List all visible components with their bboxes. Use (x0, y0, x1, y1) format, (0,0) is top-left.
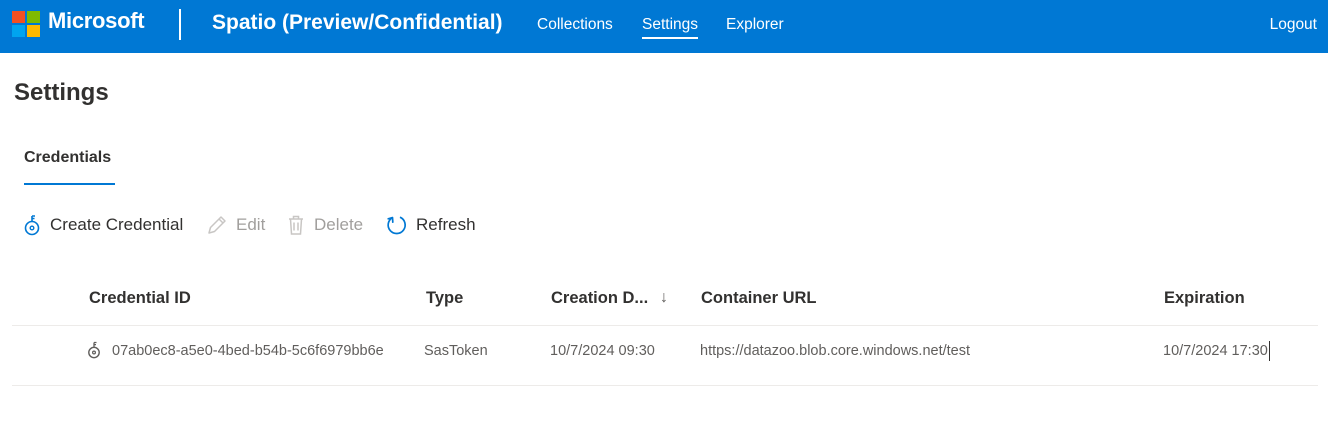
key-icon (88, 341, 100, 359)
column-header-expiration[interactable]: Expiration (1164, 289, 1245, 308)
nav-collections[interactable]: Collections (537, 16, 613, 34)
logout-link[interactable]: Logout (1270, 16, 1317, 34)
column-header-type[interactable]: Type (426, 289, 463, 308)
tab-selected-indicator (24, 183, 115, 185)
sort-descending-icon: ↓ (660, 289, 668, 306)
brand-name: Microsoft (48, 8, 145, 33)
refresh-label: Refresh (416, 215, 476, 234)
header-divider (179, 9, 181, 40)
refresh-button[interactable]: Refresh (386, 212, 476, 238)
page-title: Settings (14, 79, 109, 106)
column-header-credential-id[interactable]: Credential ID (89, 289, 191, 308)
cell-expiration: 10/7/2024 17:30 (1163, 343, 1268, 359)
row-divider-line (12, 385, 1318, 386)
create-credential-button[interactable]: Create Credential (22, 212, 183, 238)
table-row[interactable]: 07ab0ec8-a5e0-4bed-b54b-5c6f6979bb6e Sas… (12, 326, 1318, 385)
text-cursor (1269, 341, 1270, 361)
cell-creation-date: 10/7/2024 09:30 (550, 343, 655, 359)
refresh-icon (387, 216, 406, 235)
cell-container-url: https://datazoo.blob.core.windows.net/te… (700, 343, 971, 359)
top-header: Microsoft Spatio (Preview/Confidential) … (0, 0, 1328, 53)
edit-label: Edit (236, 215, 266, 234)
cell-credential-id: 07ab0ec8-a5e0-4bed-b54b-5c6f6979bb6e (112, 343, 384, 359)
tab-credentials[interactable]: Credentials (24, 149, 111, 181)
cell-type: SasToken (424, 343, 488, 359)
delete-button[interactable]: Delete (286, 212, 363, 238)
key-add-icon (24, 215, 40, 236)
nav-explorer[interactable]: Explorer (726, 16, 784, 34)
pencil-icon (208, 216, 226, 234)
column-header-container-url[interactable]: Container URL (701, 289, 817, 308)
app-title[interactable]: Spatio (Preview/Confidential) (212, 11, 503, 35)
nav-settings[interactable]: Settings (642, 16, 699, 39)
create-credential-label: Create Credential (50, 215, 184, 234)
column-header-creation-date[interactable]: Creation D... (551, 289, 648, 308)
edit-button[interactable]: Edit (206, 212, 265, 238)
delete-label: Delete (314, 215, 364, 234)
trash-icon (289, 215, 303, 235)
microsoft-logo-icon (12, 11, 41, 38)
